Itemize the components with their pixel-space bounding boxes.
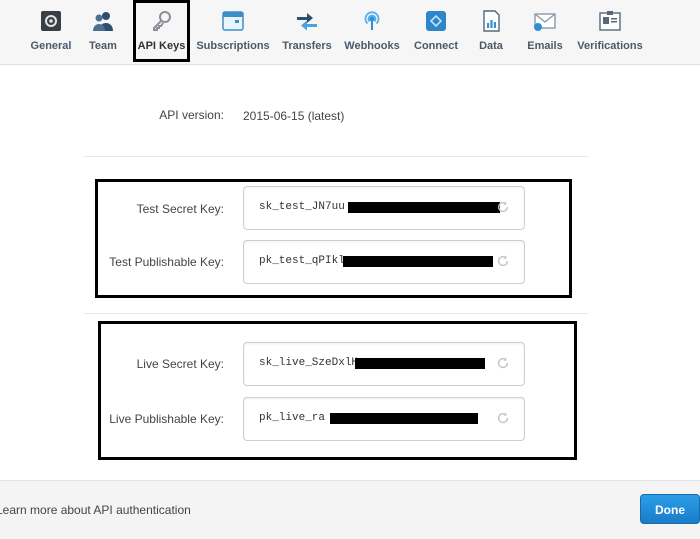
redaction-bar	[348, 202, 500, 213]
learn-more-link[interactable]: Learn more about API authentication	[0, 503, 191, 517]
api-version-value: 2015-06-15 (latest)	[243, 109, 345, 123]
test-publishable-key-value: pk_test_qPIkl	[259, 255, 345, 267]
tab-connect-label: Connect	[414, 40, 458, 52]
live-publishable-key-value: pk_live_ra	[259, 412, 326, 424]
divider	[84, 313, 588, 314]
live-secret-key-label: Live Secret Key:	[136, 357, 224, 371]
redaction-bar	[330, 413, 478, 424]
tab-subscriptions-label: Subscriptions	[196, 40, 270, 52]
tab-team-label: Team	[89, 40, 117, 52]
refresh-icon[interactable]	[496, 254, 510, 268]
tab-verifications-label: Verifications	[577, 40, 643, 52]
refresh-icon[interactable]	[496, 411, 510, 425]
tab-data[interactable]: Data	[475, 0, 507, 62]
tab-webhooks[interactable]: Webhooks	[343, 0, 401, 62]
refresh-icon[interactable]	[496, 200, 510, 214]
api-version-label: API version:	[159, 108, 224, 122]
tab-subscriptions[interactable]: Subscriptions	[196, 0, 270, 62]
tab-api-keys-label: API Keys	[137, 40, 186, 52]
done-button[interactable]: Done	[640, 494, 700, 524]
tab-transfers-label: Transfers	[282, 40, 332, 52]
tab-emails-label: Emails	[527, 40, 563, 52]
redaction-bar	[343, 256, 493, 267]
general-icon	[41, 11, 61, 31]
tab-team[interactable]: Team	[86, 0, 120, 62]
api-keys-panel: API version: 2015-06-15 (latest) Test Se…	[0, 65, 700, 480]
refresh-icon[interactable]	[496, 356, 510, 370]
divider	[84, 156, 588, 157]
live-publishable-key-label: Live Publishable Key:	[109, 412, 224, 426]
envelope-icon	[534, 13, 556, 31]
tab-general[interactable]: General	[30, 0, 72, 62]
tab-data-label: Data	[479, 40, 503, 52]
team-icon	[93, 12, 113, 31]
tab-verifications[interactable]: Verifications	[576, 0, 644, 62]
tab-api-keys[interactable]: API Keys	[133, 0, 190, 62]
dialog-footer: Learn more about API authentication	[0, 480, 700, 539]
live-secret-key-value: sk_live_SzeDxlH	[259, 357, 359, 369]
redaction-bar	[355, 358, 485, 369]
connect-icon	[426, 11, 446, 31]
live-secret-key-field[interactable]: sk_live_SzeDxlH	[243, 342, 525, 386]
data-chart-icon	[483, 10, 500, 32]
settings-tab-bar: General Team API Keys Subscriptions Tran…	[0, 0, 700, 65]
tab-general-label: General	[30, 40, 72, 52]
id-card-icon	[599, 11, 621, 31]
test-secret-key-field[interactable]: sk_test_JN7uu	[243, 186, 525, 230]
test-secret-key-label: Test Secret Key:	[136, 202, 224, 216]
broadcast-icon	[364, 11, 380, 30]
live-publishable-key-field[interactable]: pk_live_ra	[243, 397, 525, 441]
tab-emails[interactable]: Emails	[525, 0, 565, 62]
test-publishable-key-field[interactable]: pk_test_qPIkl	[243, 240, 525, 284]
calendar-icon	[222, 11, 244, 31]
test-secret-key-value: sk_test_JN7uu	[259, 201, 345, 213]
key-icon	[152, 11, 171, 31]
transfer-arrows-icon	[297, 13, 317, 31]
tab-transfers[interactable]: Transfers	[281, 0, 333, 62]
tab-webhooks-label: Webhooks	[344, 40, 400, 52]
tab-connect[interactable]: Connect	[411, 0, 461, 62]
test-publishable-key-label: Test Publishable Key:	[109, 255, 224, 269]
